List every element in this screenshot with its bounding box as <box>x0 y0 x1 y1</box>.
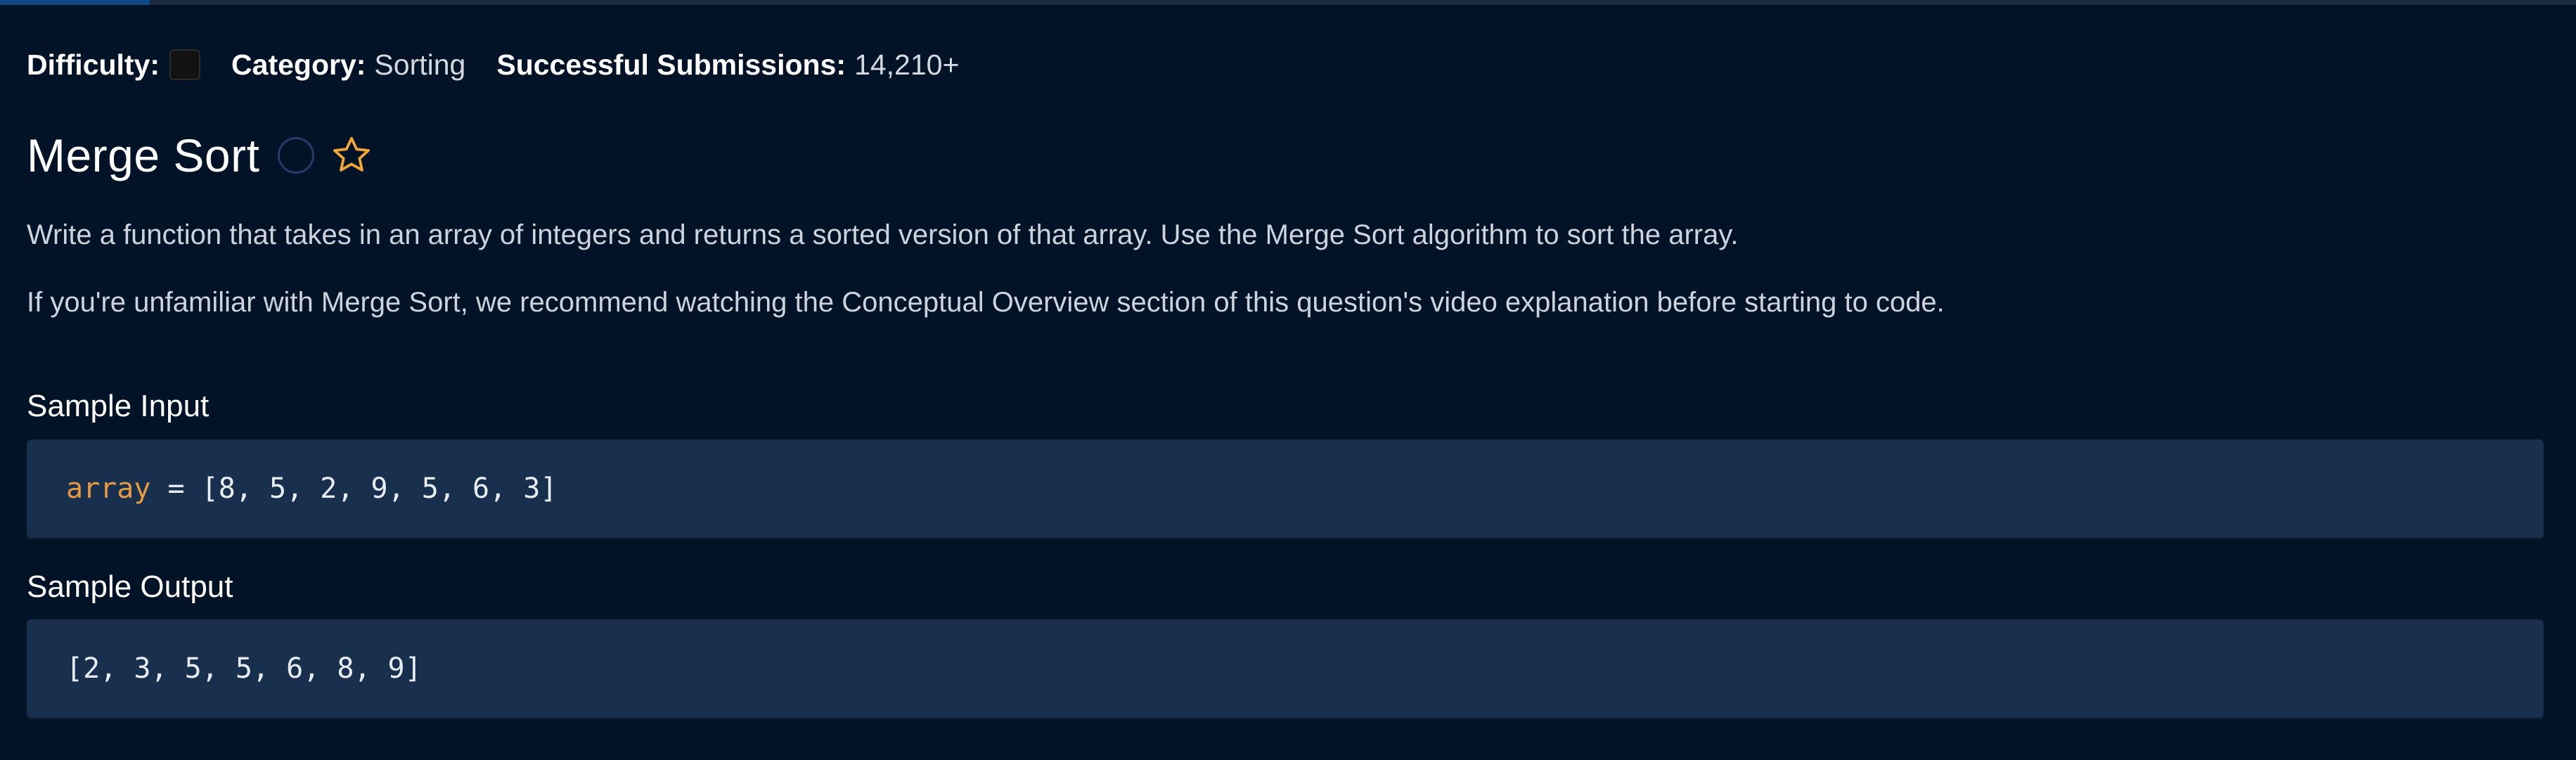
difficulty-indicator <box>169 49 201 80</box>
top-progress-fill <box>0 0 150 5</box>
code-value: [8, 5, 2, 9, 5, 6, 3] <box>201 472 558 505</box>
star-outline-icon[interactable] <box>330 134 373 177</box>
question-title: Merge Sort <box>27 129 260 181</box>
category-label: Category: <box>231 48 366 81</box>
top-progress-bar <box>0 0 2576 5</box>
sample-input-heading: Sample Input <box>27 389 210 423</box>
difficulty-label: Difficulty: <box>27 48 160 81</box>
description-paragraph: If you're unfamiliar with Merge Sort, we… <box>27 287 1945 318</box>
sample-output-heading: Sample Output <box>27 569 233 604</box>
description-paragraph: Write a function that takes in an array … <box>27 219 1739 250</box>
question-meta: Difficulty: Category: Sorting Successful… <box>27 45 959 84</box>
code-value: [2, 3, 5, 5, 6, 8, 9] <box>66 652 422 685</box>
sample-output-code: [2, 3, 5, 5, 6, 8, 9] <box>27 619 2544 718</box>
sample-input-code: array = [8, 5, 2, 9, 5, 6, 3] <box>27 439 2544 538</box>
question-page: Difficulty: Category: Sorting Successful… <box>0 0 2576 760</box>
submissions-value: 14,210+ <box>854 48 960 81</box>
code-variable: array <box>66 472 151 505</box>
title-row: Merge Sort <box>27 124 373 187</box>
category-value: Sorting <box>374 48 466 81</box>
submissions-label: Successful Submissions: <box>496 48 846 81</box>
unsolved-circle-icon[interactable] <box>278 137 315 174</box>
code-operator: = <box>150 472 202 505</box>
